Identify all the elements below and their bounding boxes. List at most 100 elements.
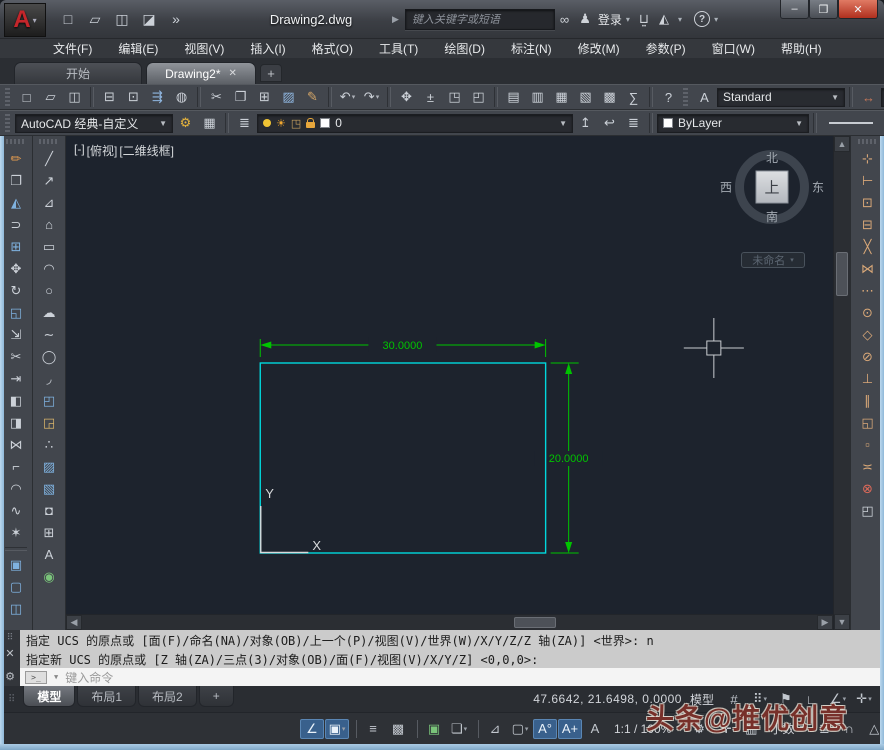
restore-button[interactable]: ❐: [809, 0, 838, 19]
toolbar-grip[interactable]: [5, 114, 10, 132]
menu-item[interactable]: 视图(V): [171, 40, 237, 57]
spline-icon[interactable]: ∼: [36, 324, 63, 345]
break-at-point-icon[interactable]: ◧: [3, 390, 30, 411]
menu-item[interactable]: 文件(F): [40, 40, 105, 57]
line-icon[interactable]: ╱: [36, 148, 63, 169]
layer-color-swatch[interactable]: [320, 118, 331, 128]
stretch-icon[interactable]: ⇲: [3, 324, 30, 345]
menu-item[interactable]: 修改(M): [565, 40, 633, 57]
dropdown-arrow-icon[interactable]: ▾: [868, 695, 872, 703]
break-icon[interactable]: ◨: [3, 412, 30, 433]
color-combo[interactable]: ByLayer ▼: [657, 113, 809, 133]
snap-endpoint-icon[interactable]: ⊡: [854, 192, 881, 213]
annotation-visibility-icon[interactable]: A°: [533, 718, 557, 739]
menu-item[interactable]: 格式(O): [299, 40, 366, 57]
undo-icon[interactable]: ↶ ▾: [336, 86, 359, 108]
a360-icon[interactable]: ◭: [659, 11, 669, 27]
text-style-combo[interactable]: Standard ▼: [717, 87, 845, 107]
explode-icon[interactable]: ✶: [3, 522, 30, 543]
selection-cycling-icon[interactable]: ▣: [422, 719, 446, 739]
revision-cloud-icon[interactable]: ☁: [36, 302, 63, 323]
dim-style-icon[interactable]: ↔: [857, 86, 880, 108]
rotate-icon[interactable]: ↻: [3, 280, 30, 301]
send-to-back-icon[interactable]: ▢: [3, 576, 30, 597]
batch-plot-icon[interactable]: ⇶: [146, 86, 169, 108]
snap-quadrant-icon[interactable]: ◇: [854, 324, 881, 345]
toolbar-grip[interactable]: [857, 139, 878, 144]
dropdown-arrow-icon[interactable]: ▾: [464, 725, 468, 733]
chevron-down-icon[interactable]: ▼: [154, 119, 167, 128]
transparency-icon[interactable]: ▩: [386, 719, 410, 739]
create-block-icon[interactable]: ◲: [36, 412, 63, 433]
move-icon[interactable]: ✥: [3, 258, 30, 279]
menu-item[interactable]: 工具(T): [366, 40, 431, 57]
toolbar-grip[interactable]: [6, 139, 26, 144]
polar-tracking-icon[interactable]: ∠: [300, 718, 324, 739]
workspace-combo[interactable]: AutoCAD 经典-自定义 ▼: [15, 113, 173, 133]
rectangle-icon[interactable]: ▭: [36, 236, 63, 257]
scroll-down-icon[interactable]: ▼: [834, 614, 850, 630]
menu-item[interactable]: 绘图(D): [431, 40, 498, 57]
dynamic-ucs-icon[interactable]: ⊿: [483, 719, 507, 739]
rectangle-entity[interactable]: [259, 362, 547, 554]
new-layout-tab[interactable]: +: [198, 686, 234, 707]
cut-icon[interactable]: ✂: [205, 86, 228, 108]
bring-to-front-icon[interactable]: ▣: [3, 554, 30, 575]
snap-perpendicular-icon[interactable]: ⊥: [854, 368, 881, 389]
markup-editor-icon[interactable]: ✎: [301, 86, 324, 108]
tool-palettes-icon[interactable]: ▦: [550, 86, 573, 108]
match-properties-icon[interactable]: ▨: [277, 86, 300, 108]
object-snap-icon[interactable]: ▣ ▾: [325, 718, 349, 739]
dim-width-text[interactable]: 30.0000: [383, 340, 423, 352]
dynamic-input-icon[interactable]: ▢ ▾: [508, 719, 532, 739]
osnap-tracking-icon[interactable]: ✛ ▾: [852, 689, 876, 709]
snap-tangent-icon[interactable]: ⊘: [854, 346, 881, 367]
ucs-icon[interactable]: [260, 506, 309, 554]
blend-curves-icon[interactable]: ∿: [3, 500, 30, 521]
snap-center-icon[interactable]: ⊙: [854, 302, 881, 323]
layer-thaw-icon[interactable]: ☀: [276, 117, 286, 130]
gradient-icon[interactable]: ▧: [36, 478, 63, 499]
fillet-icon[interactable]: ◠: [3, 478, 30, 499]
temporary-track-point-icon[interactable]: ⊹: [854, 148, 881, 169]
zoom-window-icon[interactable]: ◳: [443, 86, 466, 108]
mirror-icon[interactable]: ◭: [3, 192, 30, 213]
new-file-icon[interactable]: □: [15, 86, 38, 108]
3d-object-snap-icon[interactable]: ❏ ▾: [447, 719, 471, 739]
close-button[interactable]: ✕: [838, 0, 878, 19]
quick-calculator-icon[interactable]: ∑: [622, 86, 645, 108]
minimize-button[interactable]: –: [780, 0, 809, 19]
dropdown-arrow-icon[interactable]: ▾: [525, 725, 529, 733]
layer-on-icon[interactable]: [263, 119, 271, 127]
layout1-tab[interactable]: 布局1: [77, 686, 137, 707]
command-input[interactable]: >_ ▼ 键入命令: [20, 668, 884, 686]
new-file-icon[interactable]: □: [56, 8, 80, 30]
dropdown-arrow-icon[interactable]: ▾: [376, 93, 380, 101]
horizontal-scrollbar[interactable]: ◀ ▶: [66, 614, 833, 630]
viewcube-top-face[interactable]: 上: [755, 170, 789, 204]
viewcube-west[interactable]: 西: [720, 179, 732, 196]
snap-none-icon[interactable]: ⊗: [854, 478, 881, 499]
search-input[interactable]: 键入关键字或短语: [404, 8, 555, 30]
plot-icon[interactable]: ⊟: [98, 86, 121, 108]
dropdown-arrow-icon[interactable]: ▾: [342, 725, 346, 733]
extend-icon[interactable]: ⇥: [3, 368, 30, 389]
view-cube[interactable]: 北 南 西 东 上: [720, 148, 824, 226]
menu-item[interactable]: 编辑(E): [105, 40, 171, 57]
circle-icon[interactable]: ○: [36, 280, 63, 301]
close-tab-icon[interactable]: ✕: [228, 68, 236, 79]
chevron-down-icon[interactable]: ▼: [54, 673, 58, 681]
exchange-apps-icon[interactable]: ⊔: [639, 11, 649, 30]
chevron-down-icon[interactable]: ▼: [790, 119, 803, 128]
auto-annotation-scale-icon[interactable]: A+: [558, 718, 582, 739]
viewcube-south[interactable]: 南: [766, 208, 778, 225]
scroll-left-icon[interactable]: ◀: [66, 615, 82, 630]
save-as-icon[interactable]: ◪: [137, 8, 161, 30]
horizontal-scroll-thumb[interactable]: [514, 617, 556, 628]
help-icon[interactable]: ?: [694, 11, 711, 27]
snap-from-icon[interactable]: ⊢: [854, 170, 881, 191]
viewport-menu-control[interactable]: [-]: [74, 142, 85, 159]
named-view-button[interactable]: 未命名 ▾: [741, 252, 805, 268]
start-tab[interactable]: 开始: [14, 62, 142, 84]
chamfer-icon[interactable]: ⌐: [3, 456, 30, 477]
